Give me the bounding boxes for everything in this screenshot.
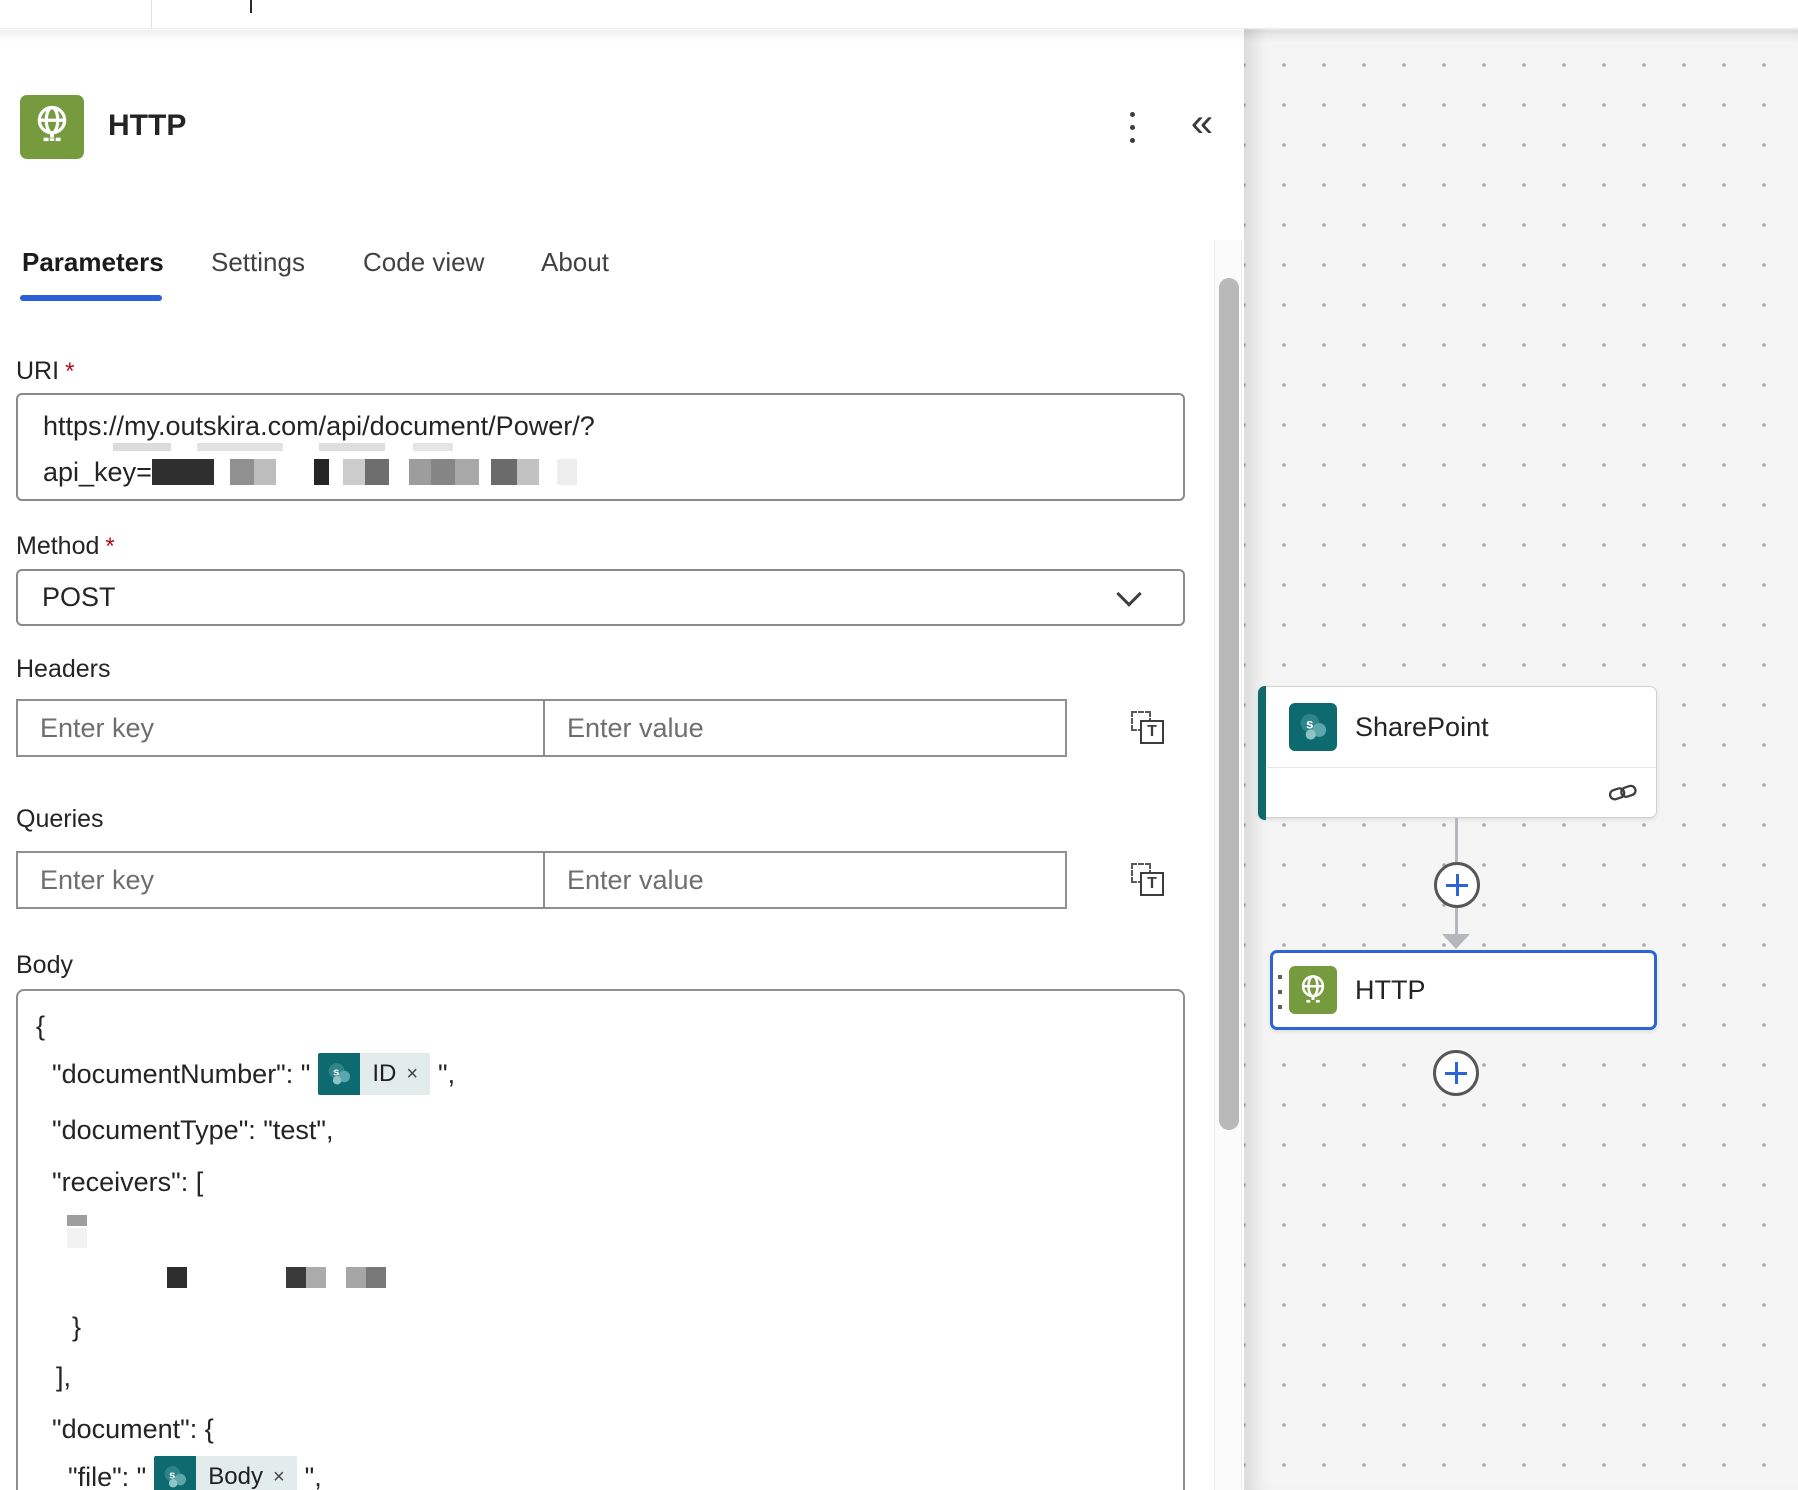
vertical-scrollbar[interactable] [1214, 240, 1242, 1490]
method-label: Method* [16, 532, 115, 561]
sharepoint-icon: s [1289, 703, 1337, 751]
sharepoint-icon: s [154, 1456, 196, 1490]
method-select[interactable]: POST [16, 569, 1185, 626]
http-globe-icon [1289, 966, 1337, 1014]
svg-text:s: s [1306, 717, 1314, 732]
headers-value-cell [545, 701, 1065, 755]
uri-value-line1: https://my.outskira.com/api/document/Pow… [43, 407, 1183, 445]
headers-value-input[interactable] [545, 701, 1065, 755]
http-connector-icon [20, 95, 84, 159]
active-tab-underline [20, 295, 162, 301]
svg-text:s: s [169, 1469, 175, 1481]
add-action-button[interactable] [1433, 1050, 1479, 1096]
token-label: Body [208, 1463, 263, 1490]
body-label: Body [16, 951, 73, 980]
more-options-button[interactable] [1112, 107, 1152, 147]
top-bar [0, 0, 1798, 29]
sharepoint-icon: s [318, 1053, 360, 1095]
http-action-card-selected[interactable]: HTTP [1270, 950, 1657, 1030]
text-cursor-mark [250, 0, 252, 13]
action-config-panel: HTTP « Parameters Settings Code view Abo… [0, 29, 1244, 1490]
dynamic-token-id[interactable]: s ID × [318, 1053, 430, 1095]
body-line: "documentType": "test", [52, 1115, 333, 1146]
uri-redaction-blocks [152, 459, 577, 485]
headers-text-mode-button[interactable]: T [1131, 711, 1171, 751]
uri-redaction-faint [113, 443, 453, 451]
body-line: "receivers": [ [52, 1167, 203, 1198]
tab-settings[interactable]: Settings [211, 247, 305, 278]
flow-arrowhead [1442, 934, 1470, 949]
body-line: "document": { [52, 1414, 214, 1445]
token-label: ID [372, 1060, 396, 1088]
queries-value-cell [545, 853, 1065, 907]
tab-code-view[interactable]: Code view [363, 247, 484, 278]
tab-about[interactable]: About [541, 247, 609, 278]
collapse-panel-button[interactable]: « [1178, 99, 1226, 147]
queries-key-cell [18, 853, 545, 907]
card-footer [1267, 767, 1656, 818]
body-redaction-fragment [67, 1215, 87, 1226]
body-line: } [72, 1312, 81, 1343]
power-automate-designer: HTTP « Parameters Settings Code view Abo… [0, 0, 1798, 1490]
headers-kv-row [16, 699, 1067, 757]
dynamic-token-body[interactable]: s Body × [154, 1456, 296, 1490]
body-line: ], [56, 1362, 71, 1393]
panel-title: HTTP [108, 109, 186, 143]
tab-parameters[interactable]: Parameters [22, 247, 164, 278]
queries-kv-row [16, 851, 1067, 909]
queries-value-input[interactable] [545, 853, 1065, 907]
card-title: SharePoint [1355, 712, 1489, 743]
kebab-icon [1130, 112, 1135, 117]
required-asterisk: * [65, 358, 74, 385]
queries-label: Queries [16, 805, 104, 834]
insert-step-button[interactable] [1434, 862, 1480, 908]
headers-key-cell [18, 701, 545, 755]
required-asterisk: * [105, 533, 114, 560]
body-redaction-blocks [167, 1267, 386, 1288]
double-chevron-left-icon: « [1191, 101, 1213, 146]
body-line: { [36, 1011, 45, 1042]
headers-key-input[interactable] [18, 701, 543, 755]
sharepoint-action-card[interactable]: s SharePoint [1258, 686, 1657, 818]
uri-value-line2: api_key= [43, 455, 1183, 489]
uri-label: URI* [16, 357, 74, 386]
card-title: HTTP [1355, 975, 1426, 1006]
api-key-prefix: api_key= [43, 455, 152, 489]
body-line-document-number: "documentNumber": " s ID × ", [52, 1051, 455, 1097]
scrollbar-thumb[interactable] [1219, 278, 1239, 1130]
body-redaction-fragment [67, 1228, 87, 1248]
headers-label: Headers [16, 655, 111, 684]
uri-input[interactable]: https://my.outskira.com/api/document/Pow… [16, 393, 1185, 501]
queries-key-input[interactable] [18, 853, 543, 907]
svg-text:s: s [333, 1066, 339, 1078]
token-remove-icon[interactable]: × [406, 1064, 418, 1084]
queries-text-mode-button[interactable]: T [1131, 863, 1171, 903]
connection-link-icon [1608, 778, 1638, 808]
body-line-file: "file": " s Body × ", [68, 1454, 322, 1490]
top-bar-divider [151, 0, 152, 29]
globe-icon [29, 102, 75, 153]
method-value: POST [42, 582, 116, 613]
token-remove-icon[interactable]: × [273, 1467, 285, 1487]
